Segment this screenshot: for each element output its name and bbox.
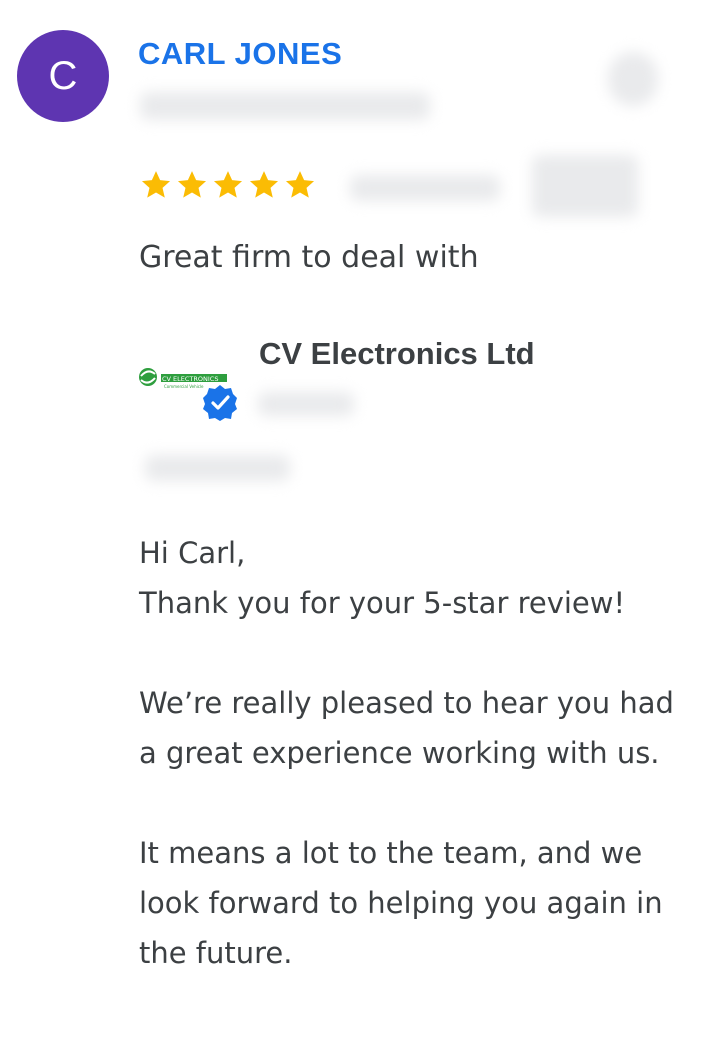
verified-badge-icon <box>203 385 237 421</box>
reviewer-name[interactable]: CARL JONES <box>138 36 342 72</box>
owner-reply: Hi Carl, Thank you for your 5-star revie… <box>139 528 699 978</box>
business-name[interactable]: CV Electronics Ltd <box>259 336 535 372</box>
review-text: Great firm to deal with <box>139 240 479 275</box>
blurred-review-meta <box>140 92 430 120</box>
star-rating <box>139 168 317 202</box>
star-icon <box>249 171 279 198</box>
reply-paragraph-2: We’re really pleased to hear you had a g… <box>139 686 674 770</box>
reply-paragraph-1: Thank you for your 5-star review! <box>139 586 626 620</box>
star-icon <box>213 171 243 198</box>
avatar-initial: C <box>48 53 78 98</box>
blurred-menu-icon <box>608 52 658 106</box>
blurred-review-date <box>350 175 500 201</box>
logo-wordmark: CV ELECTRONICS <box>162 375 218 383</box>
reviewer-avatar[interactable]: C <box>17 30 109 122</box>
star-icon <box>141 171 171 198</box>
star-icon <box>177 171 207 198</box>
star-icon <box>285 171 315 198</box>
business-logo[interactable]: CV ELECTRONICS Commercial Vehicle <box>136 356 240 422</box>
logo-subtext: Commercial Vehicle <box>164 384 204 389</box>
logo-swirl-icon <box>139 368 157 386</box>
blurred-owner-label <box>258 392 354 416</box>
blurred-reply-date <box>145 455 290 481</box>
blurred-badge <box>532 155 638 217</box>
reply-greeting: Hi Carl, <box>139 536 246 570</box>
reply-paragraph-3: It means a lot to the team, and we look … <box>139 836 663 970</box>
